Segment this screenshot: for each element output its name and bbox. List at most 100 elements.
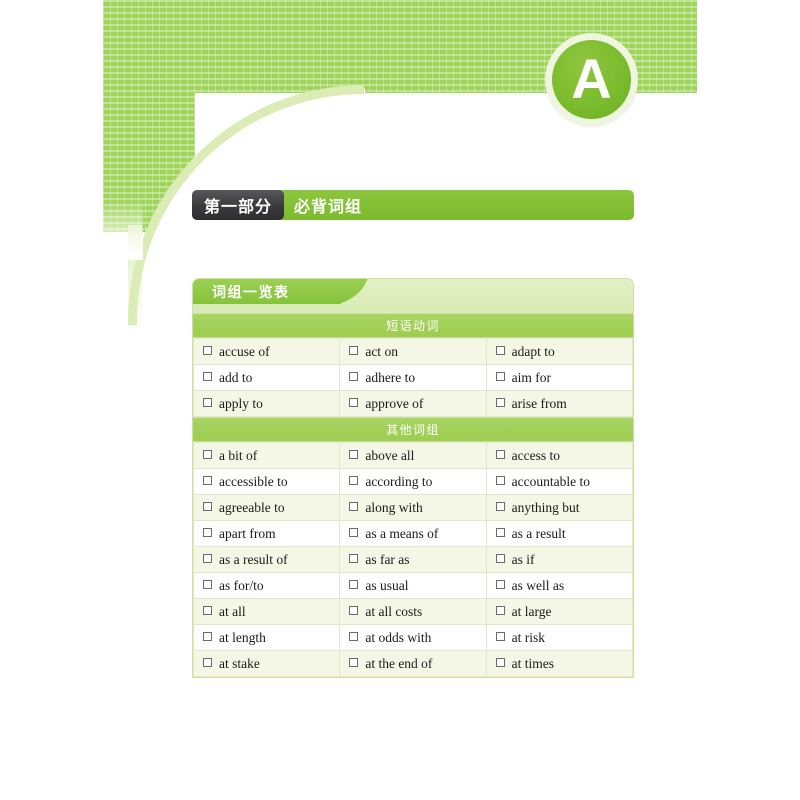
table-row: add to adhere to aim for	[192, 364, 634, 391]
phrase-cell[interactable]: act on	[339, 338, 487, 365]
phrase-label: at length	[219, 629, 266, 645]
phrase-cell[interactable]: apart from	[192, 520, 341, 547]
phrase-cell[interactable]: at the end of	[339, 650, 487, 677]
phrase-cell[interactable]: at all costs	[339, 598, 487, 625]
checkbox-icon[interactable]	[349, 371, 359, 381]
phrase-label: arise from	[511, 395, 567, 411]
phrase-cell[interactable]: arise from	[485, 390, 634, 417]
phrase-label: at all	[219, 603, 246, 619]
phrase-cell[interactable]: at large	[485, 598, 634, 625]
table-row: accessible to according to accountable to	[192, 468, 634, 495]
phrase-cell[interactable]: approve of	[339, 390, 487, 417]
part-title-bar: 第一部分 必背词组	[192, 190, 634, 220]
table-row: a bit of above all access to	[192, 442, 634, 469]
phrase-label: as a means of	[365, 525, 439, 541]
checkbox-icon[interactable]	[495, 631, 505, 641]
checkbox-icon[interactable]	[203, 579, 212, 589]
checkbox-icon[interactable]	[203, 501, 212, 511]
checkbox-icon[interactable]	[495, 657, 505, 667]
phrase-cell[interactable]: apply to	[192, 390, 341, 417]
checkbox-icon[interactable]	[495, 605, 505, 615]
phrase-label: accessible to	[219, 473, 288, 489]
page-root: A 第一部分 必背词组 词组一览表 短语动词 accuse of act on ada…	[0, 0, 800, 800]
checkbox-icon[interactable]	[495, 475, 505, 485]
phrase-cell[interactable]: anything but	[485, 494, 634, 521]
phrase-cell[interactable]: as for/to	[192, 572, 341, 599]
phrase-cell[interactable]: as usual	[339, 572, 487, 599]
checkbox-icon[interactable]	[495, 501, 505, 511]
checkbox-icon[interactable]	[349, 449, 359, 459]
checkbox-icon[interactable]	[203, 527, 212, 537]
phrase-cell[interactable]: according to	[339, 468, 487, 495]
checkbox-icon[interactable]	[495, 527, 505, 537]
phrase-label: apart from	[219, 525, 276, 541]
phrase-cell[interactable]: at length	[192, 624, 341, 651]
phrase-cell[interactable]: as a result of	[192, 546, 341, 573]
checkbox-icon[interactable]	[349, 345, 359, 355]
phrase-cell[interactable]: as if	[485, 546, 634, 573]
phrase-cell[interactable]: as a means of	[339, 520, 487, 547]
phrase-cell[interactable]: adhere to	[339, 364, 487, 391]
checkbox-icon[interactable]	[349, 475, 359, 485]
phrase-label: accuse of	[219, 343, 270, 359]
phrase-cell[interactable]: at odds with	[339, 624, 487, 651]
phrase-label: as if	[511, 551, 535, 567]
checkbox-icon[interactable]	[495, 345, 505, 355]
phrase-cell[interactable]: agreeable to	[192, 494, 341, 521]
checkbox-icon[interactable]	[349, 501, 359, 511]
phrase-cell[interactable]: add to	[192, 364, 341, 391]
phrase-cell[interactable]: as far as	[339, 546, 487, 573]
phrase-cell[interactable]: a bit of	[192, 442, 341, 469]
checkbox-icon[interactable]	[495, 371, 505, 381]
checkbox-icon[interactable]	[203, 605, 212, 615]
phrase-cell[interactable]: as a result	[485, 520, 634, 547]
phrase-table: accuse of act on adapt to add to adhere to ai…	[192, 338, 634, 417]
checkbox-icon[interactable]	[349, 631, 359, 641]
phrase-cell[interactable]: accuse of	[192, 338, 341, 365]
checkbox-icon[interactable]	[203, 449, 212, 459]
phrase-cell[interactable]: at times	[485, 650, 634, 677]
checkbox-icon[interactable]	[349, 605, 359, 615]
checkbox-icon[interactable]	[349, 579, 359, 589]
checkbox-icon[interactable]	[495, 553, 505, 563]
phrase-label: as usual	[365, 577, 409, 593]
checkbox-icon[interactable]	[495, 579, 505, 589]
checkbox-icon[interactable]	[349, 397, 359, 407]
phrase-label: as for/to	[219, 577, 264, 593]
phrase-label: at all costs	[365, 603, 423, 619]
part-title-text-wrap: 必背词组	[294, 190, 362, 220]
header-banner-column-fade	[103, 200, 143, 260]
table-row: apply to approve of arise from	[192, 390, 634, 417]
phrase-cell[interactable]: access to	[485, 442, 634, 469]
checkbox-icon[interactable]	[495, 397, 505, 407]
checkbox-icon[interactable]	[495, 449, 505, 459]
checkbox-icon[interactable]	[349, 553, 359, 563]
phrase-label: aim for	[511, 369, 552, 385]
phrase-label: as well as	[511, 577, 565, 593]
phrase-cell[interactable]: as well as	[485, 572, 634, 599]
checkbox-icon[interactable]	[203, 475, 212, 485]
part-title-label: 必背词组	[294, 197, 363, 216]
checkbox-icon[interactable]	[203, 553, 212, 563]
phrase-cell[interactable]: at risk	[485, 624, 634, 651]
phrase-cell[interactable]: accessible to	[192, 468, 341, 495]
phrase-cell[interactable]: above all	[339, 442, 487, 469]
phrase-cell[interactable]: adapt to	[485, 338, 634, 365]
phrase-label: adapt to	[511, 343, 555, 359]
checkbox-icon[interactable]	[349, 527, 359, 537]
phrase-cell[interactable]: at stake	[192, 650, 341, 677]
phrase-cell[interactable]: accountable to	[485, 468, 634, 495]
phrase-cell[interactable]: at all	[192, 598, 341, 625]
checkbox-icon[interactable]	[203, 631, 212, 641]
table-row: apart from as a means of as a result	[192, 520, 634, 547]
checkbox-icon[interactable]	[203, 345, 212, 355]
phrase-cell[interactable]: aim for	[485, 364, 634, 391]
word-list-tab-label: 词组一览表	[212, 285, 290, 301]
checkbox-icon[interactable]	[203, 397, 212, 407]
phrase-cell[interactable]: along with	[339, 494, 487, 521]
phrase-label: act on	[365, 343, 398, 359]
checkbox-icon[interactable]	[349, 657, 359, 667]
checkbox-icon[interactable]	[203, 371, 212, 381]
table-row: as for/to as usual as well as	[192, 572, 634, 599]
checkbox-icon[interactable]	[203, 657, 212, 667]
